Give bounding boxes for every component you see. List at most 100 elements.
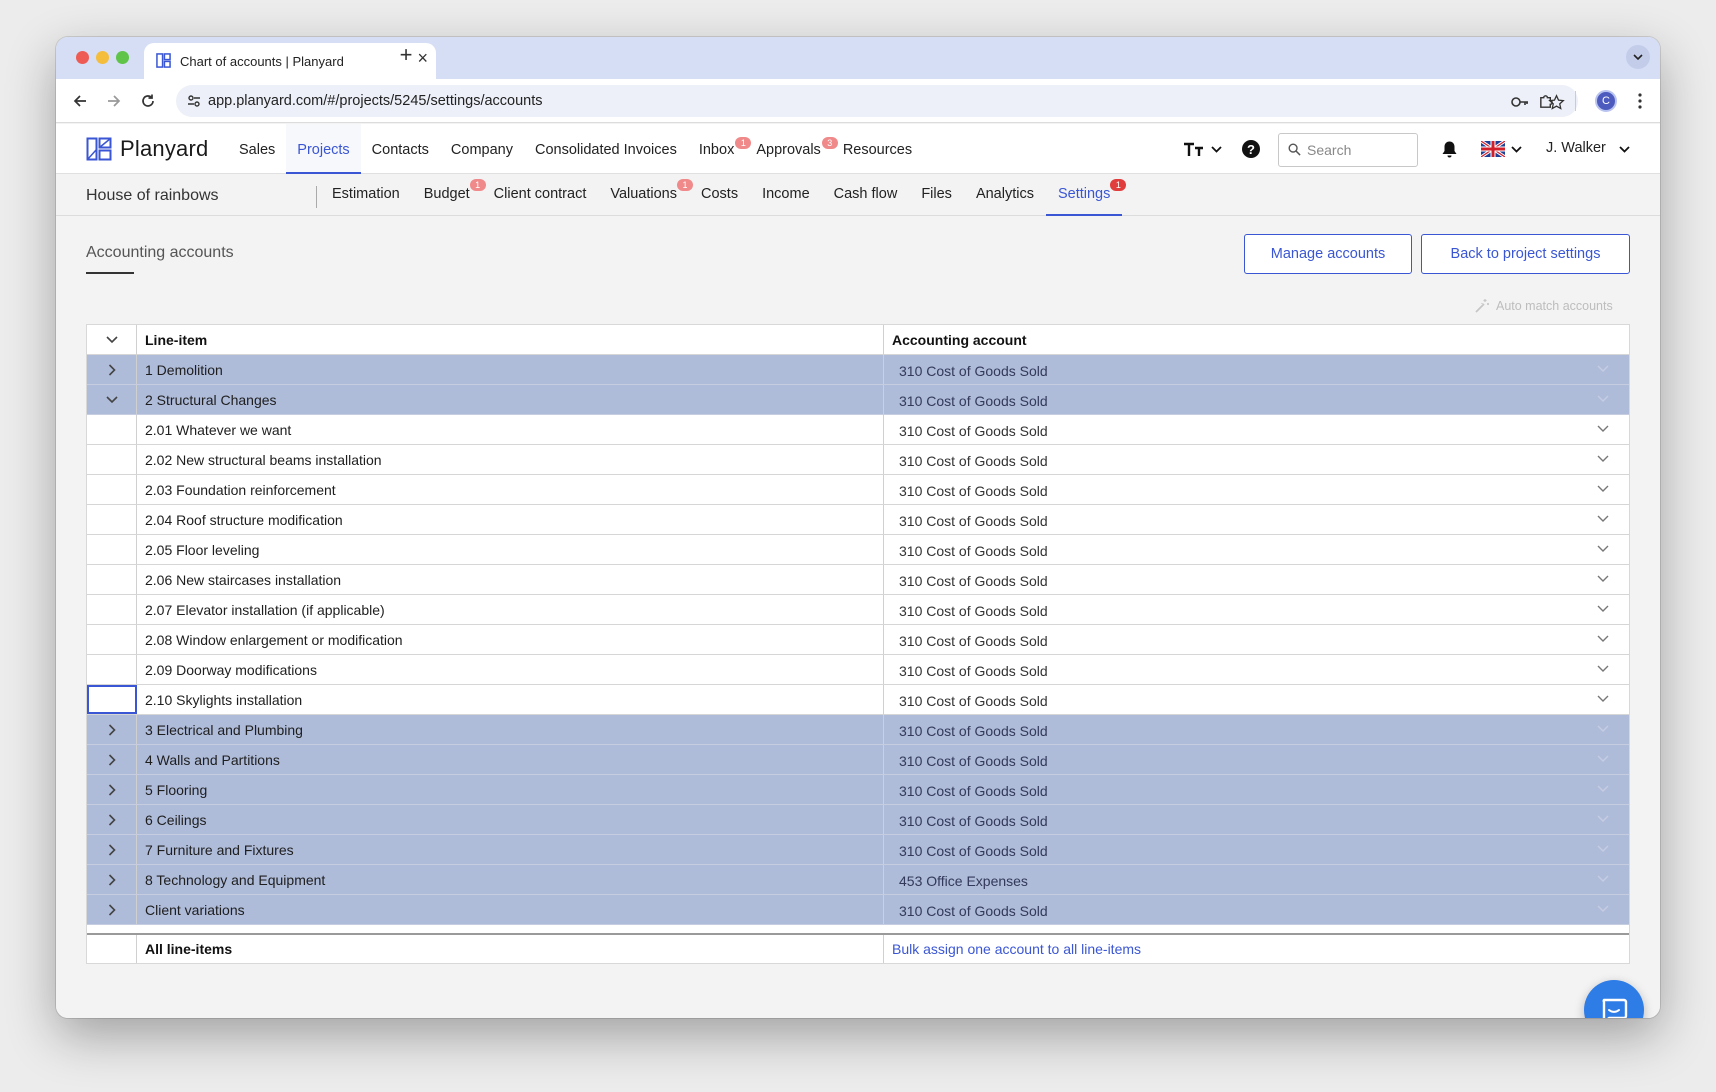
- site-settings-icon[interactable]: [186, 93, 202, 109]
- tab-label: Costs: [701, 186, 739, 202]
- account-select[interactable]: 310 Cost of Goods Sold: [884, 445, 1629, 474]
- expand-group-toggle[interactable]: [87, 745, 137, 774]
- tab-title: Chart of accounts | Planyard: [180, 54, 344, 69]
- table-row: 2.08 Window enlargement or modification 3…: [87, 625, 1629, 655]
- account-select[interactable]: 310 Cost of Goods Sold: [884, 895, 1629, 924]
- chevron-right-icon: [108, 813, 116, 826]
- account-select[interactable]: 310 Cost of Goods Sold: [884, 835, 1629, 864]
- user-menu-chevron[interactable]: [1619, 137, 1630, 161]
- tab-label: Income: [762, 186, 810, 202]
- profile-avatar[interactable]: C: [1595, 90, 1617, 112]
- planyard-favicon-icon: [156, 53, 171, 68]
- account-value: 310 Cost of Goods Sold: [899, 783, 1048, 799]
- new-tab-button[interactable]: +: [392, 42, 420, 68]
- account-select[interactable]: 310 Cost of Goods Sold: [884, 715, 1629, 744]
- search-field[interactable]: [1278, 133, 1418, 167]
- text-size-menu[interactable]: [1183, 137, 1222, 161]
- line-item-label: 2.10 Skylights installation: [137, 685, 884, 714]
- table-body: 1 Demolition 310 Cost of Goods Sold 2 Stru…: [87, 355, 1629, 925]
- nav-inbox[interactable]: Inbox 1: [688, 124, 752, 174]
- maximize-window-button[interactable]: [116, 51, 129, 64]
- tab-estimation[interactable]: Estimation: [320, 174, 412, 216]
- line-item-label: 2.05 Floor leveling: [137, 535, 884, 564]
- forward-button[interactable]: [102, 89, 126, 113]
- expand-group-toggle[interactable]: [87, 355, 137, 384]
- empty-cell: [87, 655, 137, 684]
- planyard-logo[interactable]: Planyard: [86, 136, 208, 162]
- extensions-icon[interactable]: [1534, 89, 1558, 113]
- focused-cell[interactable]: [87, 685, 137, 714]
- nav-approvals[interactable]: Approvals 3: [745, 124, 838, 174]
- account-select[interactable]: 310 Cost of Goods Sold: [884, 655, 1629, 684]
- nav-projects[interactable]: Projects: [286, 124, 361, 174]
- accounts-table: Line-item Accounting account 1 Demolitio…: [86, 324, 1630, 964]
- help-icon[interactable]: ?: [1241, 137, 1261, 161]
- account-select[interactable]: 310 Cost of Goods Sold: [884, 505, 1629, 534]
- planyard-logo-icon: [86, 137, 112, 161]
- key-icon[interactable]: [1510, 92, 1530, 112]
- chevron-down-icon: [1619, 145, 1630, 153]
- line-item-label: 2.06 New staircases installation: [137, 565, 884, 594]
- expand-group-toggle[interactable]: [87, 805, 137, 834]
- back-to-project-settings-button[interactable]: Back to project settings: [1421, 234, 1630, 274]
- chat-support-button[interactable]: [1584, 980, 1644, 1018]
- manage-accounts-button[interactable]: Manage accounts: [1244, 234, 1412, 274]
- nav-consolidated-invoices[interactable]: Consolidated Invoices: [524, 124, 688, 174]
- auto-match-accounts-button[interactable]: Auto match accounts: [1474, 298, 1613, 314]
- tab-costs[interactable]: Costs: [689, 174, 750, 216]
- close-window-button[interactable]: [76, 51, 89, 64]
- collapse-all-toggle[interactable]: [87, 325, 137, 354]
- group-row: 8 Technology and Equipment 453 Office Exp…: [87, 865, 1629, 895]
- dropdown-chevron-icon: [1597, 575, 1609, 582]
- tab-analytics[interactable]: Analytics: [964, 174, 1046, 216]
- nav-resources[interactable]: Resources: [832, 124, 923, 174]
- tab-valuations[interactable]: Valuations 1: [598, 174, 693, 216]
- expand-group-toggle[interactable]: [87, 715, 137, 744]
- account-select[interactable]: 310 Cost of Goods Sold: [884, 625, 1629, 654]
- collapse-group-toggle[interactable]: [87, 385, 137, 414]
- account-select[interactable]: 310 Cost of Goods Sold: [884, 415, 1629, 444]
- nav-label: Company: [450, 142, 513, 158]
- user-menu[interactable]: J. Walker: [1546, 140, 1606, 156]
- language-menu[interactable]: [1481, 137, 1522, 161]
- more-vert-icon[interactable]: [1628, 89, 1652, 113]
- bell-icon[interactable]: [1441, 137, 1458, 161]
- tab-files[interactable]: Files: [909, 174, 964, 216]
- account-select[interactable]: 310 Cost of Goods Sold: [884, 805, 1629, 834]
- tab-search-button[interactable]: [1626, 45, 1650, 69]
- account-select[interactable]: 310 Cost of Goods Sold: [884, 595, 1629, 624]
- expand-group-toggle[interactable]: [87, 895, 137, 924]
- tab-settings[interactable]: Settings 1: [1045, 174, 1127, 216]
- dropdown-chevron-icon: [1597, 695, 1609, 702]
- nav-contacts[interactable]: Contacts: [361, 124, 440, 174]
- reload-button[interactable]: [136, 89, 160, 113]
- account-select[interactable]: 310 Cost of Goods Sold: [884, 385, 1629, 414]
- expand-group-toggle[interactable]: [87, 775, 137, 804]
- account-select[interactable]: 310 Cost of Goods Sold: [884, 535, 1629, 564]
- account-select[interactable]: 310 Cost of Goods Sold: [884, 775, 1629, 804]
- account-select[interactable]: 310 Cost of Goods Sold: [884, 745, 1629, 774]
- account-select[interactable]: 310 Cost of Goods Sold: [884, 685, 1629, 714]
- bulk-assign-link[interactable]: Bulk assign one account to all line-item…: [884, 935, 1629, 963]
- tab-cash-flow[interactable]: Cash flow: [822, 174, 910, 216]
- tab-label: Valuations: [610, 186, 677, 202]
- expand-group-toggle[interactable]: [87, 865, 137, 894]
- account-select[interactable]: 310 Cost of Goods Sold: [884, 475, 1629, 504]
- empty-cell: [87, 595, 137, 624]
- expand-group-toggle[interactable]: [87, 835, 137, 864]
- tab-budget[interactable]: Budget 1: [412, 174, 486, 216]
- address-bar[interactable]: app.planyard.com/#/projects/5245/setting…: [176, 85, 1578, 117]
- tab-client-contract[interactable]: Client contract: [482, 174, 599, 216]
- brand-name: Planyard: [120, 136, 209, 161]
- search-input[interactable]: [1307, 140, 1411, 160]
- chevron-right-icon: [108, 783, 116, 796]
- tab-income[interactable]: Income: [750, 174, 822, 216]
- nav-sales[interactable]: Sales: [228, 124, 286, 174]
- nav-company[interactable]: Company: [440, 124, 524, 174]
- back-button[interactable]: [68, 89, 92, 113]
- account-select[interactable]: 310 Cost of Goods Sold: [884, 565, 1629, 594]
- minimize-window-button[interactable]: [96, 51, 109, 64]
- account-select[interactable]: 453 Office Expenses: [884, 865, 1629, 894]
- app-header: Planyard Sales Projects Contacts Company Con…: [56, 124, 1660, 174]
- account-select[interactable]: 310 Cost of Goods Sold: [884, 355, 1629, 384]
